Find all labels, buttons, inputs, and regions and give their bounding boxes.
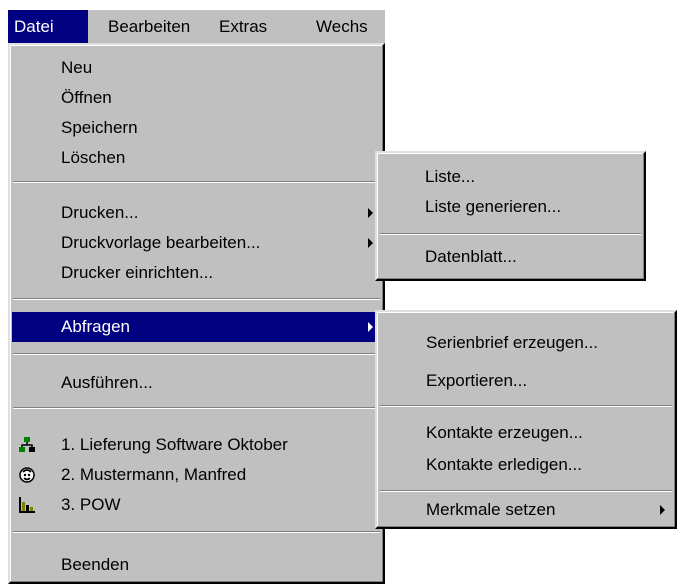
menu-extras-label: Extras	[219, 17, 268, 36]
menu-item-drucker-einrichten[interactable]: Drucker einrichten...	[12, 258, 381, 288]
menu-separator	[380, 490, 672, 492]
menu-wechs-label: Wechs	[316, 17, 368, 36]
submenu-arrow-icon	[368, 208, 373, 218]
print-submenu: Liste... Liste generieren... Datenblatt.…	[375, 151, 646, 281]
queries-submenu: Serienbrief erzeugen... Exportieren... K…	[375, 310, 677, 529]
menu-item-label: Druckvorlage bearbeiten...	[61, 233, 261, 252]
person-icon	[19, 467, 35, 483]
submenu-item-exportieren[interactable]: Exportieren...	[379, 366, 673, 396]
menu-item-beenden[interactable]: Beenden	[12, 550, 381, 580]
menu-item-label: Liste generieren...	[425, 197, 562, 216]
menu-item-drucken[interactable]: Drucken...	[12, 198, 381, 228]
submenu-item-merkmale-setzen[interactable]: Merkmale setzen	[379, 495, 673, 525]
menu-item-neu[interactable]: Neu	[12, 53, 381, 83]
network-icon	[19, 437, 35, 452]
submenu-item-liste[interactable]: Liste...	[379, 162, 642, 192]
menu-separator	[13, 353, 380, 355]
menu-separator	[13, 407, 380, 409]
submenu-arrow-icon	[660, 505, 665, 515]
menu-item-label: Merkmale setzen	[426, 500, 556, 519]
menu-separator	[380, 233, 641, 235]
menu-item-label: Abfragen	[61, 317, 130, 336]
menu-item-recent-2[interactable]: 2. Mustermann, Manfred	[12, 460, 381, 490]
submenu-arrow-icon	[368, 238, 373, 248]
menu-separator	[13, 531, 380, 533]
menu-item-label: Liste...	[425, 167, 476, 186]
menu-bearbeiten-label: Bearbeiten	[108, 17, 191, 36]
menu-bearbeiten[interactable]: Bearbeiten	[102, 10, 196, 43]
menu-item-ausfuehren[interactable]: Ausführen...	[12, 368, 381, 398]
menu-bar: Datei Bearbeiten Extras Wechs	[8, 10, 385, 43]
menu-item-label: Öffnen	[61, 88, 112, 107]
menu-separator	[13, 298, 380, 300]
submenu-item-datenblatt[interactable]: Datenblatt...	[379, 242, 642, 272]
submenu-item-liste-generieren[interactable]: Liste generieren...	[379, 192, 642, 222]
menu-item-label: Serienbrief erzeugen...	[426, 333, 598, 352]
menu-item-recent-1[interactable]: 1. Lieferung Software Oktober	[12, 430, 381, 460]
menu-item-label: Speichern	[61, 118, 138, 137]
file-menu: Neu Öffnen Speichern Löschen Drucken... …	[8, 43, 385, 584]
menu-item-label: Beenden	[61, 555, 130, 574]
menu-item-label: Drucker einrichten...	[61, 263, 214, 282]
menu-item-label: 1. Lieferung Software Oktober	[61, 435, 288, 454]
menu-item-loeschen[interactable]: Löschen	[12, 143, 381, 173]
menu-item-label: Kontakte erledigen...	[426, 455, 582, 474]
menu-item-label: Ausführen...	[61, 373, 153, 392]
menu-item-label: Drucken...	[61, 203, 139, 222]
menu-datei[interactable]: Datei	[8, 10, 88, 43]
submenu-item-kontakte-erledigen[interactable]: Kontakte erledigen...	[379, 450, 673, 480]
menu-item-abfragen[interactable]: Abfragen	[12, 312, 381, 342]
menu-separator	[13, 181, 380, 183]
menu-item-label: Löschen	[61, 148, 126, 167]
menu-item-label: Kontakte erzeugen...	[426, 423, 583, 442]
submenu-item-kontakte-erzeugen[interactable]: Kontakte erzeugen...	[379, 418, 673, 448]
menu-datei-label: Datei	[14, 17, 54, 36]
submenu-arrow-icon	[368, 322, 373, 332]
menu-wechs[interactable]: Wechs	[310, 10, 385, 43]
menu-item-label: Exportieren...	[426, 371, 528, 390]
menu-item-oeffnen[interactable]: Öffnen	[12, 83, 381, 113]
menu-item-label: Neu	[61, 58, 93, 77]
submenu-item-serienbrief[interactable]: Serienbrief erzeugen...	[379, 328, 673, 358]
menu-item-druckvorlage[interactable]: Druckvorlage bearbeiten...	[12, 228, 381, 258]
menu-item-speichern[interactable]: Speichern	[12, 113, 381, 143]
menu-item-label: 2. Mustermann, Manfred	[61, 465, 247, 484]
menu-item-recent-3[interactable]: 3. POW	[12, 490, 381, 520]
chart-icon	[19, 497, 35, 513]
menu-extras[interactable]: Extras	[213, 10, 273, 43]
menu-item-label: Datenblatt...	[425, 247, 517, 266]
menu-separator	[380, 405, 672, 407]
menu-item-label: 3. POW	[61, 495, 121, 514]
